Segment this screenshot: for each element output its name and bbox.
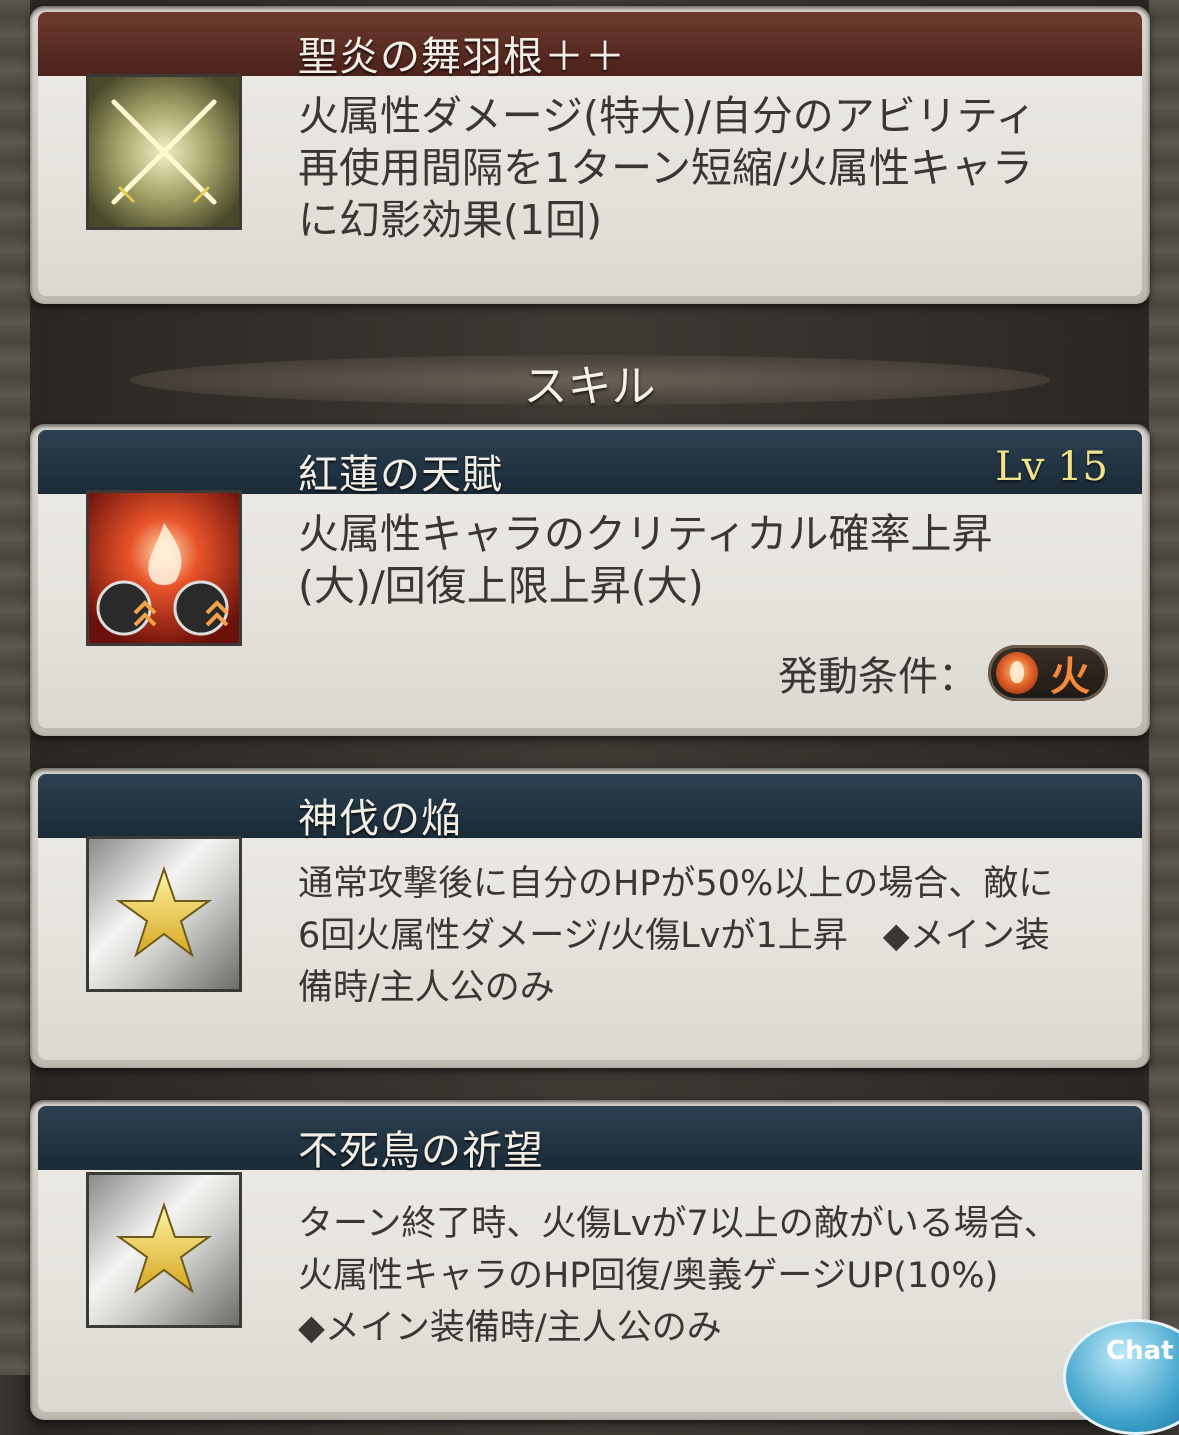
desc-line: 再使用間隔を1ターン短縮/火属性キャラ (298, 144, 1033, 192)
desc-line: 火属性キャラのクリティカル確率上昇 (298, 510, 993, 558)
star-icon (86, 836, 242, 992)
desc-line: に幻影効果(1回) (298, 196, 603, 244)
skill-header (38, 1106, 1142, 1170)
activation-condition: 発動条件： 火 (778, 644, 1108, 702)
skill-description: ターン終了時、火傷Lvが7以上の敵がいる場合、 火属性キャラのHP回復/奥義ゲー… (298, 1198, 1102, 1354)
skill-card: 紅蓮の天賦 Lv 15 火属性キャラのクリティカル確率上昇 (大)/回復上限上昇… (30, 424, 1150, 736)
skill-title: 不死鳥の祈望 (298, 1128, 544, 1174)
skill-card: 不死鳥の祈望 ターン終了時、火傷Lvが7以上の敵がいる場合、 火属性キャラのHP… (30, 1100, 1150, 1420)
condition-label: 発動条件： (778, 654, 978, 700)
skill-header (38, 430, 1142, 494)
ability-description: 火属性ダメージ(特大)/自分のアビリティ 再使用間隔を1ターン短縮/火属性キャラ… (298, 90, 1102, 246)
fire-element-badge: 火 (988, 645, 1108, 701)
chat-label: Chat (1106, 1336, 1174, 1366)
desc-line: 通常攻撃後に自分のHPが50%以上の場合、敵に (298, 864, 1054, 904)
skill-title: 紅蓮の天賦 (298, 452, 503, 498)
skill-description: 火属性キャラのクリティカル確率上昇 (大)/回復上限上昇(大) (298, 508, 1102, 612)
ability-card: 聖炎の舞羽根＋＋ 火属性ダメージ(特大)/自分のアビリティ 再使用間隔を1ターン… (30, 6, 1150, 304)
star-icon (86, 1172, 242, 1328)
fire-orb-icon (996, 652, 1038, 694)
skill-header (38, 774, 1142, 838)
ability-title: 聖炎の舞羽根＋＋ (298, 34, 626, 80)
desc-line: 6回火属性ダメージ/火傷Lvが1上昇 ◆メイン装 (298, 916, 1050, 956)
skill-level: Lv 15 (995, 444, 1108, 490)
left-frame (0, 0, 30, 1375)
desc-line: ターン終了時、火傷Lvが7以上の敵がいる場合、 (298, 1204, 1059, 1244)
section-title: スキル (523, 361, 656, 412)
fire-crit-icon (86, 490, 242, 646)
element-label: 火 (1050, 654, 1090, 700)
skill-description: 通常攻撃後に自分のHPが50%以上の場合、敵に 6回火属性ダメージ/火傷Lvが1… (298, 858, 1102, 1014)
skill-card: 神伐の焔 通常攻撃後に自分のHPが50%以上の場合、敵に 6回火属性ダメージ/火… (30, 768, 1150, 1068)
desc-line: 備時/主人公のみ (298, 968, 555, 1008)
desc-line: 火属性キャラのHP回復/奥義ゲージUP(10%) (298, 1256, 999, 1296)
skill-title: 神伐の焔 (298, 796, 462, 842)
desc-line: ◆メイン装備時/主人公のみ (298, 1308, 722, 1348)
crossed-swords-icon (86, 74, 242, 230)
desc-line: 火属性ダメージ(特大)/自分のアビリティ (298, 92, 1037, 140)
desc-line: (大)/回復上限上昇(大) (298, 562, 704, 610)
right-frame (1149, 0, 1179, 1375)
